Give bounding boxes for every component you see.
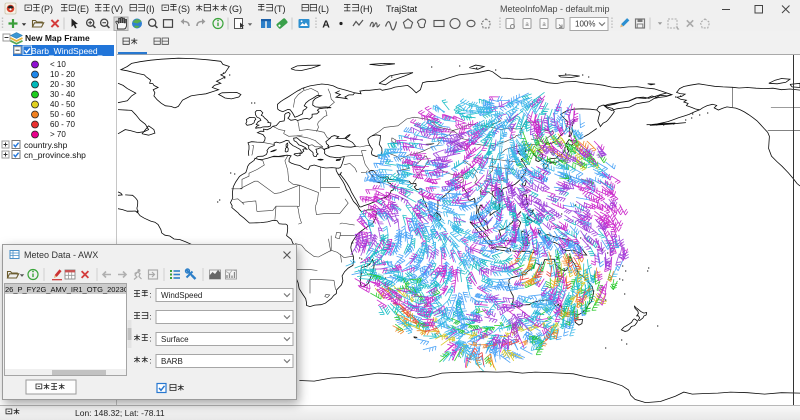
svg-text::: : [150,335,152,344]
svg-text::: : [150,313,152,322]
svg-text:A: A [322,19,330,31]
svg-text:WindSpeed: WindSpeed [161,291,202,300]
svg-text:100%: 100% [575,20,595,29]
svg-text:BARB: BARB [161,357,183,366]
svg-text::: : [150,357,152,366]
svg-text:Surface: Surface [161,335,189,344]
svg-text::: : [150,291,152,300]
